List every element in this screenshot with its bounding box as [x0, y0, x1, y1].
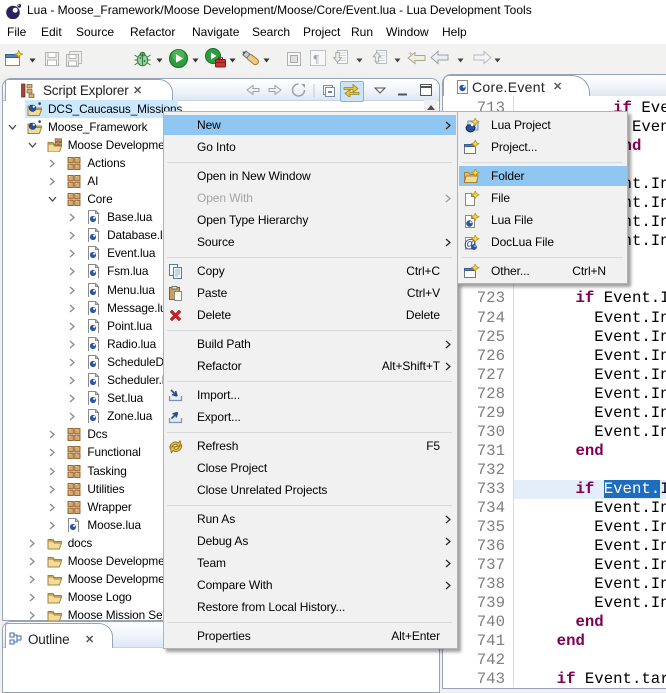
svg-text:¶: ¶ [314, 52, 320, 66]
